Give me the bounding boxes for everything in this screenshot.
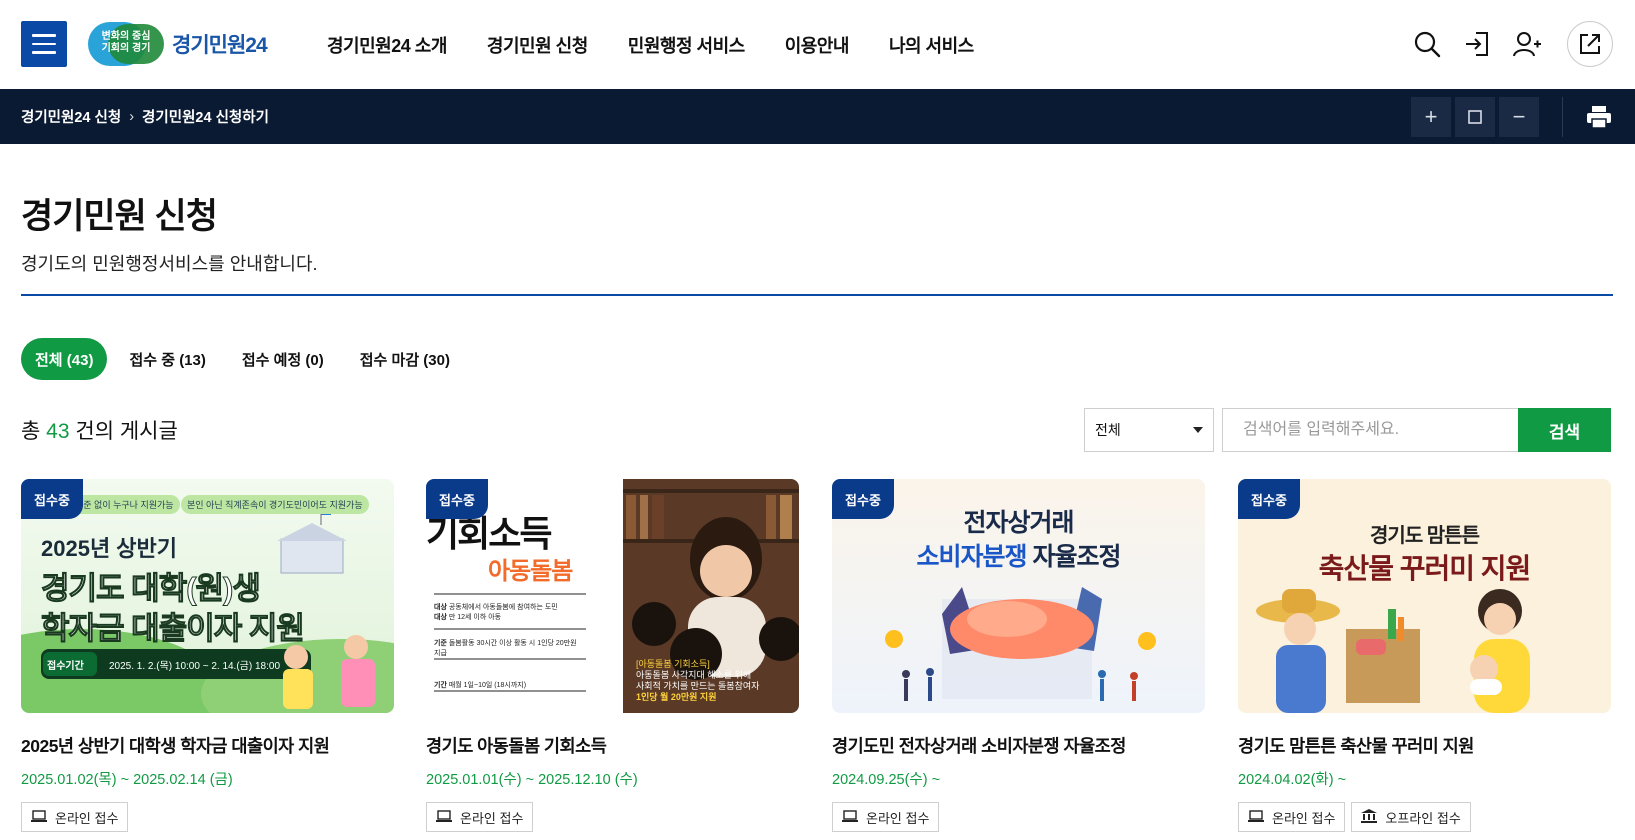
thumb-chip: 본인 아닌 직계존속이 경기도민이어도 지원가능 — [181, 495, 369, 514]
zoom-out-button[interactable]: − — [1499, 97, 1539, 137]
title-divider — [21, 294, 1613, 296]
status-badge: 접수중 — [426, 479, 488, 519]
site-header: 변화의 중심 기회의 경기 경기민원24 경기민원24 소개 경기민원 신청 민원… — [0, 0, 1635, 89]
card-thumbnail: 접수중 전자상거래 소비자분쟁 자율조정 — [832, 479, 1205, 713]
thumb-heading: 축산물 꾸러미 지원 — [1318, 553, 1532, 584]
tab-all[interactable]: 전체 (43) — [21, 338, 108, 380]
service-card[interactable]: 접수중 전자상거래 소비자분쟁 자율조정 경기도민 전자상거래 소비자분쟁 자율… — [832, 479, 1205, 832]
page-title: 경기민원 신청 — [21, 197, 218, 236]
share-icon[interactable] — [1567, 21, 1613, 67]
status-badge: 접수중 — [832, 479, 894, 519]
search-icon[interactable] — [1409, 20, 1445, 68]
service-card[interactable]: 접수중 기준 없이 누구나 지원가능 본인 아닌 직계존속이 경기도민이어도 지… — [21, 479, 394, 832]
site-logo[interactable]: 변화의 중심 기회의 경기 경기민원24 — [88, 20, 278, 68]
breadcrumb-item-apply[interactable]: 경기민원24 신청 — [21, 106, 121, 127]
page-description: 경기도의 민원행정서비스를 안내합니다. — [21, 254, 318, 274]
card-tags: 온라인 접수 — [426, 802, 799, 832]
laptop-icon — [842, 809, 858, 825]
tab-closed[interactable]: 접수 마감 (30) — [346, 338, 464, 380]
thumb-heading: 경기도 대학(원)생 — [41, 571, 262, 607]
thumb-period-label: 접수기간 — [47, 661, 84, 672]
service-card[interactable]: 접수중 경기도 맘튼튼 축산물 꾸러미 지원 경기도 맘튼튼 축산물 꾸러미 지… — [1238, 479, 1611, 832]
card-thumbnail: 접수중 경기도 맘튼튼 축산물 꾸러미 지원 — [1238, 479, 1611, 713]
search-input[interactable] — [1222, 408, 1518, 452]
thumb-heading: 학자금 대출이자 지원 — [41, 611, 306, 647]
search-button[interactable]: 검색 — [1518, 408, 1611, 452]
chevron-right-icon: › — [129, 108, 135, 125]
total-count-number: 43 — [46, 420, 70, 443]
laptop-icon — [436, 809, 452, 825]
caret-down-icon — [1193, 427, 1203, 433]
zoom-controls: + − — [1411, 97, 1539, 137]
card-title: 경기도민 전자상거래 소비자분쟁 자율조정 — [832, 736, 1126, 756]
card-date: 2025.01.02(목) ~ 2025.02.14 (금) — [21, 772, 233, 788]
building-icon — [1361, 808, 1378, 826]
zoom-in-button[interactable]: + — [1411, 97, 1451, 137]
breadcrumb-bar: 경기민원24 신청 › 경기민원24 신청하기 + − — [0, 89, 1635, 144]
divider — [1562, 97, 1563, 137]
status-tabs: 전체 (43) 접수 중 (13) 접수 예정 (0) 접수 마감 (30) — [21, 338, 464, 380]
nav-item-my-service[interactable]: 나의 서비스 — [889, 32, 974, 58]
online-apply-tag: 온라인 접수 — [21, 802, 129, 832]
card-date: 2025.01.01(수) ~ 2025.12.10 (수) — [426, 772, 638, 788]
logo-emblem: 변화의 중심 기회의 경기 — [88, 22, 166, 66]
breadcrumb: 경기민원24 신청 › 경기민원24 신청하기 — [21, 89, 269, 144]
logo-text: 경기민원24 — [172, 34, 268, 57]
thumb-caption: [아동돌봄 기회소득] 아동돌봄 사각지대 해소를 위해 사회적 가치를 만드는… — [636, 659, 760, 702]
login-icon[interactable] — [1459, 20, 1495, 68]
printer-icon[interactable] — [1581, 101, 1617, 133]
status-badge: 접수중 — [21, 479, 83, 519]
online-apply-tag: 온라인 접수 — [1238, 802, 1346, 832]
card-title: 2025년 상반기 대학생 학자금 대출이자 지원 — [21, 736, 330, 756]
nav-item-guide[interactable]: 이용안내 — [785, 32, 850, 58]
signup-icon[interactable] — [1509, 20, 1545, 68]
card-tags: 온라인 접수 오프라인 접수 — [1238, 802, 1611, 832]
thumb-heading: 소비자분쟁 자율조정 — [916, 543, 1122, 571]
status-badge: 접수중 — [1238, 479, 1300, 519]
thumb-heading: 경기도 맘튼튼 — [1370, 525, 1480, 547]
thumb-chip: 기준 없이 누구나 지원가능 — [69, 495, 180, 514]
laptop-icon — [1248, 809, 1264, 825]
hamburger-icon — [32, 34, 56, 37]
online-apply-tag: 온라인 접수 — [426, 802, 534, 832]
offline-apply-tag: 오프라인 접수 — [1351, 802, 1471, 832]
card-tags: 온라인 접수 — [21, 802, 394, 832]
thumb-subheading: 아동돌봄 — [488, 558, 573, 585]
card-tags: 온라인 접수 — [832, 802, 1205, 832]
menu-button[interactable] — [21, 21, 67, 67]
laptop-icon — [31, 809, 47, 825]
card-date: 2024.09.25(수) ~ — [832, 772, 941, 788]
nav-item-about[interactable]: 경기민원24 소개 — [327, 32, 447, 58]
search-filter-select[interactable]: 전체 — [1084, 408, 1214, 452]
main-nav: 경기민원24 소개 경기민원 신청 민원행정 서비스 이용안내 나의 서비스 — [327, 0, 974, 89]
nav-item-services[interactable]: 민원행정 서비스 — [628, 32, 745, 58]
nav-item-apply[interactable]: 경기민원 신청 — [487, 32, 588, 58]
card-date: 2024.04.02(화) ~ — [1238, 772, 1347, 788]
card-title: 경기도 맘튼튼 축산물 꾸러미 지원 — [1238, 736, 1474, 756]
tab-upcoming[interactable]: 접수 예정 (0) — [228, 338, 338, 380]
tab-open[interactable]: 접수 중 (13) — [115, 338, 219, 380]
breadcrumb-item-current[interactable]: 경기민원24 신청하기 — [142, 106, 269, 127]
card-thumbnail: 접수중 기회소득 아동돌봄 대상 공동체에서 아동돌봄에 참여하는 도민 대상 … — [426, 479, 799, 713]
thumb-period: 2025. 1. 2.(목) 10:00 ~ 2. 14.(금) 18:00 — [109, 661, 281, 672]
zoom-reset-button[interactable] — [1455, 97, 1495, 137]
card-title: 경기도 아동돌봄 기회소득 — [426, 736, 607, 756]
card-thumbnail: 접수중 기준 없이 누구나 지원가능 본인 아닌 직계존속이 경기도민이어도 지… — [21, 479, 394, 713]
header-utilities — [1409, 20, 1613, 68]
thumb-detail-list: 대상 공동체에서 아동돌봄에 참여하는 도민 대상 만 12세 이하 아동 기준… — [434, 604, 577, 689]
service-card[interactable]: 접수중 기회소득 아동돌봄 대상 공동체에서 아동돌봄에 참여하는 도민 대상 … — [426, 479, 799, 832]
online-apply-tag: 온라인 접수 — [832, 802, 940, 832]
total-count: 총 43 건의 게시글 — [21, 420, 178, 443]
logo-slogan: 변화의 중심 기회의 경기 — [101, 31, 151, 54]
thumb-heading: 2025년 상반기 — [41, 536, 178, 561]
